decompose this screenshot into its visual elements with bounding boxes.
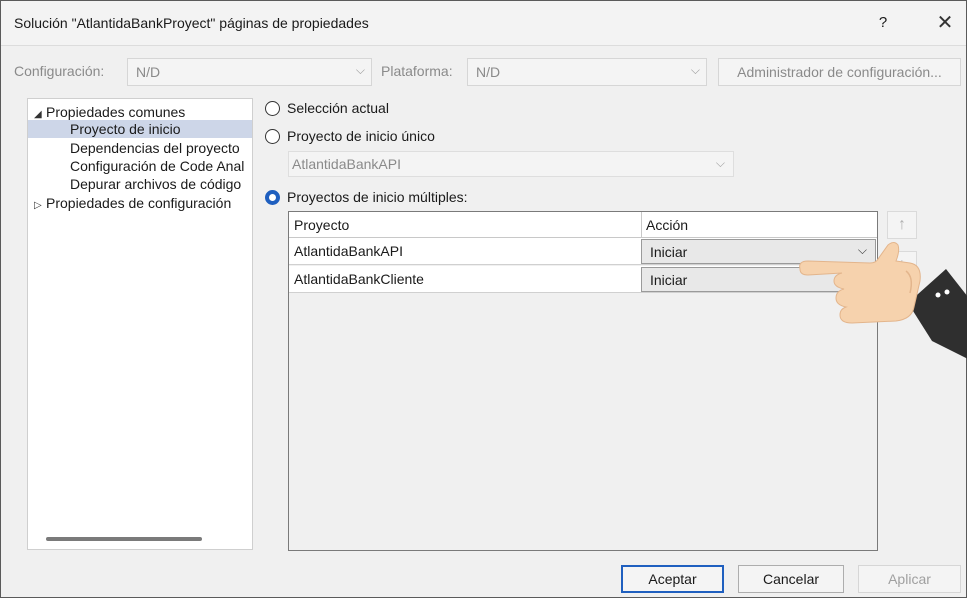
tree-item-common-properties[interactable]: ◢ Propiedades comunes [34, 103, 185, 121]
chevron-down-icon: ⌵ [715, 156, 725, 170]
tree-item-startup-project[interactable]: Proyecto de inicio [28, 120, 252, 138]
column-header-project[interactable]: Proyecto [289, 212, 349, 238]
property-pages-dialog: Solución "AtlantidaBankProyect" páginas … [0, 0, 967, 598]
tree-item-label: Propiedades comunes [46, 104, 186, 120]
tree-item-label: Dependencias del proyecto [70, 140, 240, 156]
title-bar: Solución "AtlantidaBankProyect" páginas … [1, 1, 966, 46]
column-header-action[interactable]: Acción [641, 212, 688, 238]
cufflink-dot [935, 292, 941, 298]
tree-item-code-analysis[interactable]: Configuración de Code Anal [70, 157, 244, 175]
chevron-down-icon: ⌵ [690, 63, 700, 77]
help-button[interactable]: ? [873, 13, 893, 33]
tree-item-label: Proyecto de inicio [70, 121, 181, 137]
radio-button[interactable] [265, 129, 280, 144]
hand-shape [799, 242, 921, 324]
configuration-bar: Configuración: N/D ⌵ Plataforma: N/D ⌵ A… [1, 58, 966, 86]
pointing-hand-icon [799, 242, 967, 359]
table-row[interactable]: AtlantidaBankAPI Iniciar ⌵ [289, 238, 877, 265]
project-name-cell: AtlantidaBankCliente [294, 271, 424, 287]
arrow-up-icon: ↑ [898, 216, 906, 233]
collapsed-triangle-icon[interactable]: ▷ [34, 197, 46, 215]
tree-item-label: Propiedades de configuración [46, 195, 232, 211]
radio-label: Proyectos de inicio múltiples: [287, 189, 468, 205]
action-value: Iniciar [650, 244, 688, 260]
chevron-down-icon: ⌵ [355, 63, 365, 77]
close-button[interactable]: ✕ [933, 11, 957, 35]
cufflink-dot [944, 289, 950, 295]
startup-projects-grid: Proyecto Acción AtlantidaBankAPI Iniciar… [288, 211, 878, 551]
property-tree: ◢ Propiedades comunes Proyecto de inicio … [27, 98, 253, 550]
radio-label: Selección actual [287, 100, 389, 116]
apply-button[interactable]: Aplicar [858, 565, 961, 593]
tree-item-project-dependencies[interactable]: Dependencias del proyecto [70, 139, 240, 157]
tree-item-label: Configuración de Code Anal [70, 158, 245, 174]
grid-header: Proyecto Acción [289, 212, 877, 238]
configuration-manager-button[interactable]: Administrador de configuración... [718, 58, 961, 86]
configuration-dropdown[interactable]: N/D ⌵ [127, 58, 372, 86]
configuration-value: N/D [136, 64, 161, 80]
cancel-button[interactable]: Cancelar [738, 565, 844, 593]
single-startup-dropdown[interactable]: AtlantidaBankAPI ⌵ [288, 151, 734, 177]
tree-item-configuration-properties[interactable]: ▷ Propiedades de configuración [34, 194, 231, 212]
radio-button[interactable] [265, 101, 280, 116]
radio-button-selected[interactable] [265, 190, 280, 205]
tree-item-debug-source-files[interactable]: Depurar archivos de código [70, 175, 241, 193]
radio-label: Proyecto de inicio único [287, 128, 435, 144]
dialog-title: Solución "AtlantidaBankProyect" páginas … [14, 15, 369, 31]
project-name-cell: AtlantidaBankAPI [294, 243, 403, 259]
platform-dropdown[interactable]: N/D ⌵ [467, 58, 707, 86]
configuration-label: Configuración: [14, 63, 105, 79]
table-row[interactable]: AtlantidaBankCliente Iniciar [289, 266, 877, 293]
move-up-button[interactable]: ↑ [887, 211, 917, 239]
tree-item-label: Depurar archivos de código [70, 176, 242, 192]
platform-label: Plataforma: [381, 63, 453, 79]
horizontal-scrollbar[interactable] [46, 537, 202, 541]
action-value: Iniciar [650, 272, 688, 288]
ok-button[interactable]: Aceptar [621, 565, 724, 593]
single-startup-value: AtlantidaBankAPI [292, 156, 401, 172]
platform-value: N/D [476, 64, 501, 80]
